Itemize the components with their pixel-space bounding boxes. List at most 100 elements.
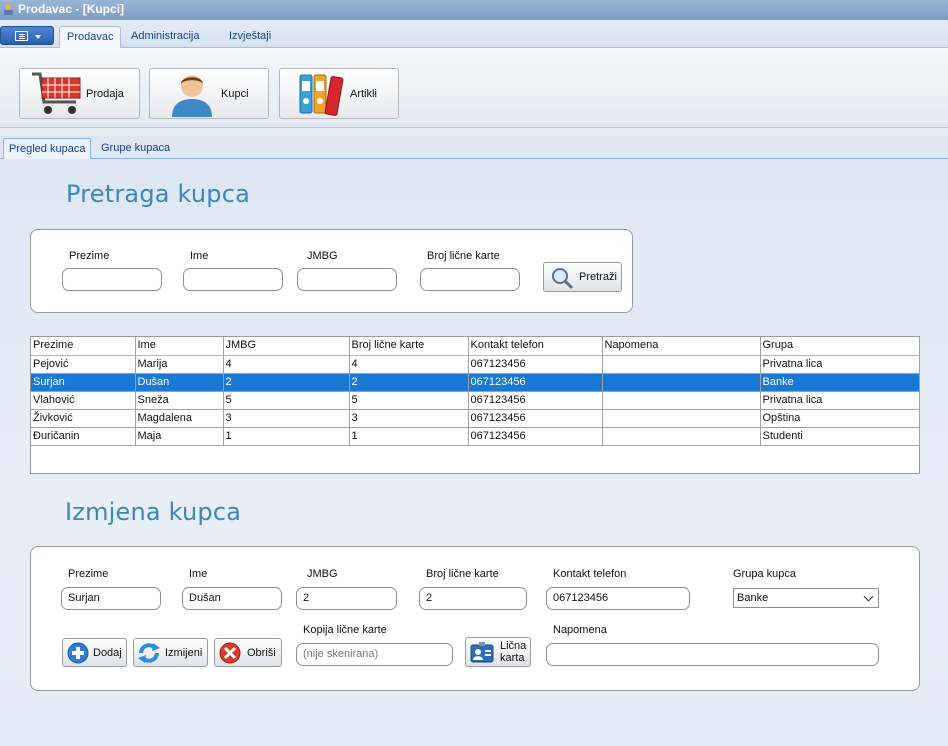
tab-prodavac[interactable]: Prodavac — [59, 26, 122, 48]
kupci-label: Kupci — [221, 88, 249, 100]
table-row-selected[interactable]: Surjan Dušan 2 2 067123456 Banke — [31, 373, 920, 392]
table-cell: Surjan — [31, 373, 136, 392]
prodaja-label: Prodaja — [86, 88, 124, 100]
table-cell: Studenti — [760, 427, 920, 446]
window-titlebar: Prodavac - [Kupci] — [0, 0, 948, 20]
app-icon — [4, 4, 13, 15]
ribbon-body: Prodaja Kupci Artikli — [0, 48, 948, 128]
app-menu-button[interactable] — [0, 26, 54, 45]
add-button-label: Dodaj — [93, 647, 122, 659]
edit-jmbg-label: JMBG — [307, 568, 338, 580]
table-cell: Maja — [135, 427, 224, 446]
column-header-napomena[interactable]: Napomena — [602, 337, 761, 356]
edit-broj-licne-input[interactable]: 2 — [419, 587, 527, 610]
table-cell: 1 — [223, 427, 350, 446]
delete-button-label: Obriši — [247, 647, 276, 659]
menu-icon — [15, 31, 28, 41]
edit-ime-input[interactable]: Dušan — [182, 587, 282, 610]
kupci-button[interactable]: Kupci — [149, 68, 269, 119]
table-header-row: Prezime Ime JMBG Broj lične karte Kontak… — [31, 337, 920, 356]
table-cell: 4 — [223, 355, 350, 374]
edit-button-label: Izmijeni — [165, 647, 203, 659]
table-cell: Vlahović — [31, 391, 136, 410]
table-cell: Banke — [760, 373, 920, 392]
column-header-jmbg[interactable]: JMBG — [223, 337, 350, 356]
table-row[interactable]: Vlahović Sneža 5 5 067123456 Privatna li… — [31, 391, 920, 410]
caret-down-icon — [35, 35, 41, 39]
prodaja-button[interactable]: Prodaja — [19, 68, 140, 119]
table-cell: 5 — [349, 391, 469, 410]
column-header-broj-licne[interactable]: Broj lične karte — [349, 337, 469, 356]
edit-jmbg-input[interactable]: 2 — [296, 587, 397, 610]
search-button-label: Pretraži — [579, 271, 617, 283]
search-ime-label: Ime — [190, 250, 209, 262]
edit-section-title: Izmjena kupca — [65, 498, 242, 526]
table-cell: Privatna lica — [760, 355, 920, 374]
add-button[interactable]: Dodaj — [62, 638, 127, 667]
licna-karta-label-line2: karta — [500, 652, 525, 664]
edit-prezime-input[interactable]: Surjan — [61, 587, 161, 610]
edit-napomena-label: Napomena — [553, 624, 607, 636]
edit-kopija-label: Kopija lične karte — [303, 624, 387, 636]
tab-izvjestaji[interactable]: Izvještaji — [222, 26, 278, 48]
table-cell — [602, 373, 761, 392]
table-cell: 067123456 — [468, 427, 603, 446]
person-icon — [172, 75, 212, 117]
search-jmbg-input[interactable] — [297, 268, 397, 291]
delete-button[interactable]: Obriši — [214, 638, 282, 667]
search-jmbg-label: JMBG — [307, 250, 338, 262]
table-cell: Pejović — [31, 355, 136, 374]
table-cell — [602, 391, 761, 410]
magnifier-icon — [552, 268, 574, 290]
edit-grupa-select[interactable]: Banke — [733, 588, 879, 608]
table-cell: Sneža — [135, 391, 224, 410]
chevron-down-icon — [863, 591, 874, 602]
table-cell: Dušan — [135, 373, 224, 392]
table-cell: 067123456 — [468, 409, 603, 428]
refresh-icon — [138, 643, 160, 663]
edit-kontakt-input[interactable]: 067123456 — [546, 587, 690, 610]
tab-administracija[interactable]: Administracija — [124, 26, 206, 48]
id-card-icon — [470, 642, 494, 663]
column-header-grupa[interactable]: Grupa — [760, 337, 920, 356]
table-row[interactable]: Pejović Marija 4 4 067123456 Privatna li… — [31, 355, 920, 374]
column-header-kontakt[interactable]: Kontakt telefon — [468, 337, 603, 356]
search-broj-licne-input[interactable] — [420, 268, 520, 291]
search-broj-licne-label: Broj lične karte — [427, 250, 500, 262]
tab-pregled-kupaca[interactable]: Pregled kupaca — [3, 138, 92, 160]
artikli-button[interactable]: Artikli — [279, 68, 399, 119]
licna-karta-label-line1: Lična — [500, 640, 527, 652]
table-cell: 067123456 — [468, 373, 603, 392]
table-cell: 5 — [223, 391, 350, 410]
licna-karta-button[interactable]: Lična karta — [465, 637, 531, 667]
kopija-licne-field[interactable]: (nije skenirana) — [296, 643, 453, 666]
table-cell: 1 — [349, 427, 469, 446]
edit-button[interactable]: Izmijeni — [133, 638, 208, 667]
search-ime-input[interactable] — [183, 268, 283, 291]
table-cell — [602, 355, 761, 374]
ribbon-tab-bar: Prodavac Administracija Izvještaji — [0, 20, 948, 48]
edit-broj-licne-label: Broj lične karte — [426, 568, 499, 580]
search-button[interactable]: Pretraži — [543, 262, 622, 292]
edit-kontakt-label: Kontakt telefon — [553, 568, 627, 580]
table-cell: 4 — [349, 355, 469, 374]
table-row[interactable]: Đuričanin Maja 1 1 067123456 Studenti — [31, 427, 920, 446]
search-section-title: Pretraga kupca — [66, 180, 251, 208]
edit-grupa-label: Grupa kupca — [733, 568, 796, 580]
table-cell: 3 — [349, 409, 469, 428]
search-prezime-input[interactable] — [62, 268, 162, 291]
table-cell — [602, 409, 761, 428]
binders-icon — [299, 74, 344, 116]
napomena-input[interactable] — [546, 643, 879, 666]
table-cell: Marija — [135, 355, 224, 374]
subtab-bar: Pregled kupaca Grupe kupaca — [0, 136, 948, 160]
column-header-prezime[interactable]: Prezime — [31, 337, 136, 356]
table-cell: Živković — [31, 409, 136, 428]
edit-prezime-label: Prezime — [68, 568, 109, 580]
table-cell: 067123456 — [468, 391, 603, 410]
column-header-ime[interactable]: Ime — [135, 337, 224, 356]
table-row[interactable]: Živković Magdalena 3 3 067123456 Opština — [31, 409, 920, 428]
tab-grupe-kupaca[interactable]: Grupe kupaca — [96, 138, 175, 160]
table-cell — [602, 427, 761, 446]
table-cell: 2 — [223, 373, 350, 392]
